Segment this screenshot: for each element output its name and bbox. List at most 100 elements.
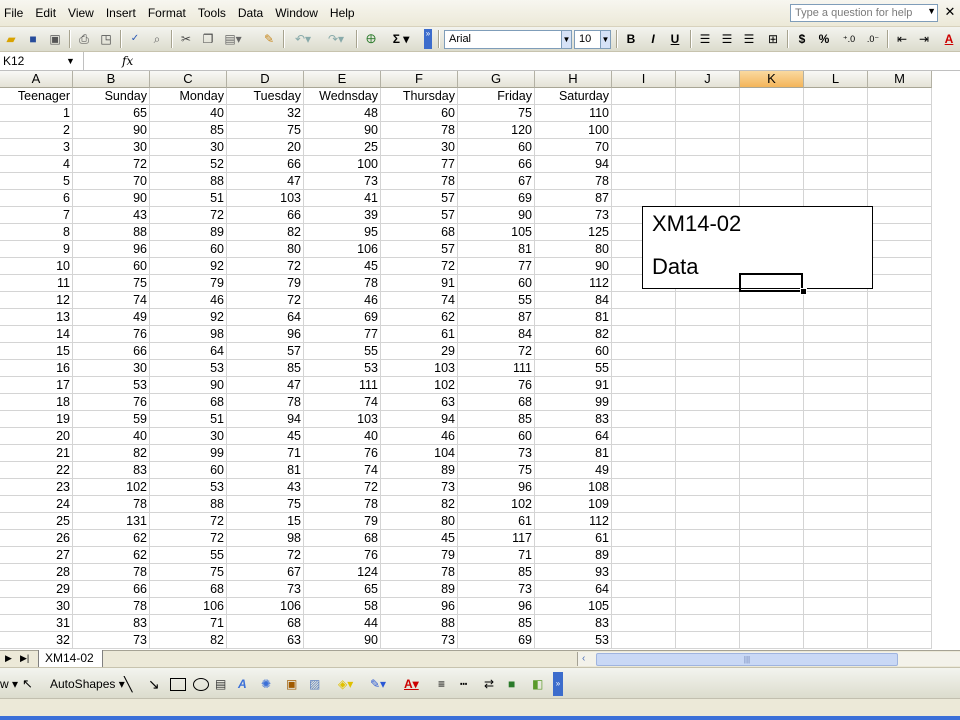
empty-cell[interactable] <box>612 632 676 649</box>
data-cell[interactable]: 83 <box>73 615 150 632</box>
data-cell[interactable]: 9 <box>0 241 73 258</box>
data-cell[interactable]: 60 <box>150 462 227 479</box>
data-cell[interactable]: 2 <box>0 122 73 139</box>
data-cell[interactable]: 67 <box>458 173 535 190</box>
merge-center-icon[interactable]: ⊞ <box>764 30 782 48</box>
data-cell[interactable]: 99 <box>535 394 612 411</box>
data-cell[interactable]: 31 <box>0 615 73 632</box>
empty-cell[interactable] <box>804 139 868 156</box>
empty-cell[interactable] <box>804 105 868 122</box>
data-cell[interactable]: 18 <box>0 394 73 411</box>
data-cell[interactable]: 92 <box>150 309 227 326</box>
data-cell[interactable]: 73 <box>458 581 535 598</box>
data-cell[interactable]: 64 <box>535 581 612 598</box>
column-label-cell[interactable]: Tuesday <box>227 88 304 105</box>
data-cell[interactable]: 85 <box>458 615 535 632</box>
data-cell[interactable]: 102 <box>381 377 458 394</box>
data-cell[interactable]: 72 <box>227 547 304 564</box>
data-cell[interactable]: 7 <box>0 207 73 224</box>
column-label-cell[interactable]: Thursday <box>381 88 458 105</box>
empty-cell[interactable] <box>612 360 676 377</box>
empty-cell[interactable] <box>868 207 932 224</box>
empty-cell[interactable] <box>804 190 868 207</box>
data-cell[interactable]: 72 <box>73 156 150 173</box>
data-cell[interactable]: 78 <box>227 394 304 411</box>
clip-art-icon[interactable]: ▣ <box>286 675 297 693</box>
data-cell[interactable]: 69 <box>458 190 535 207</box>
data-cell[interactable]: 90 <box>458 207 535 224</box>
empty-cell[interactable] <box>804 547 868 564</box>
data-cell[interactable]: 40 <box>73 428 150 445</box>
data-cell[interactable]: 96 <box>458 598 535 615</box>
empty-cell[interactable] <box>612 326 676 343</box>
empty-cell[interactable] <box>612 615 676 632</box>
data-cell[interactable]: 78 <box>381 564 458 581</box>
worksheet-grid[interactable]: ABCDEFGHIJKLM Teenager Sunday Monday Tuesda… <box>0 71 960 650</box>
empty-cell[interactable] <box>612 428 676 445</box>
arrow-style-icon[interactable]: ⇄ <box>484 675 494 693</box>
data-cell[interactable]: 55 <box>304 343 381 360</box>
data-cell[interactable]: 96 <box>227 326 304 343</box>
column-header-e[interactable]: E <box>304 71 381 88</box>
data-cell[interactable]: 87 <box>535 190 612 207</box>
column-header-g[interactable]: G <box>458 71 535 88</box>
data-cell[interactable]: 103 <box>304 411 381 428</box>
data-cell[interactable]: 75 <box>150 564 227 581</box>
empty-cell[interactable] <box>868 258 932 275</box>
data-cell[interactable]: 63 <box>227 632 304 649</box>
data-cell[interactable]: 32 <box>0 632 73 649</box>
data-cell[interactable]: 20 <box>227 139 304 156</box>
data-cell[interactable]: 85 <box>150 122 227 139</box>
data-cell[interactable]: 102 <box>73 479 150 496</box>
data-cell[interactable]: 68 <box>227 615 304 632</box>
column-header-f[interactable]: F <box>381 71 458 88</box>
empty-cell[interactable] <box>868 394 932 411</box>
data-cell[interactable]: 104 <box>381 445 458 462</box>
align-left-icon[interactable]: ☰ <box>696 30 714 48</box>
empty-cell[interactable] <box>612 156 676 173</box>
empty-cell[interactable] <box>612 122 676 139</box>
empty-cell[interactable] <box>804 88 868 105</box>
picture-icon[interactable]: ▨ <box>309 675 320 693</box>
data-cell[interactable]: 72 <box>458 343 535 360</box>
empty-cell[interactable] <box>804 632 868 649</box>
data-cell[interactable]: 73 <box>381 479 458 496</box>
empty-cell[interactable] <box>740 581 804 598</box>
data-cell[interactable]: 45 <box>227 428 304 445</box>
data-cell[interactable]: 73 <box>227 581 304 598</box>
menu-data[interactable]: Data <box>232 0 269 27</box>
data-cell[interactable]: 57 <box>227 343 304 360</box>
data-cell[interactable]: 25 <box>304 139 381 156</box>
empty-cell[interactable] <box>868 513 932 530</box>
increase-indent-icon[interactable]: ⇥ <box>915 30 933 48</box>
empty-cell[interactable] <box>868 462 932 479</box>
menu-view[interactable]: View <box>62 0 100 27</box>
align-right-icon[interactable]: ☰ <box>740 30 758 48</box>
empty-cell[interactable] <box>804 292 868 309</box>
bold-button[interactable]: B <box>622 30 640 48</box>
empty-cell[interactable] <box>740 88 804 105</box>
toolbar-options-icon[interactable]: » <box>553 672 563 696</box>
data-cell[interactable]: 90 <box>73 122 150 139</box>
data-cell[interactable]: 78 <box>304 275 381 292</box>
column-label-cell[interactable]: Saturday <box>535 88 612 105</box>
decrease-decimal-icon[interactable]: .0⁻ <box>863 30 883 48</box>
data-cell[interactable]: 76 <box>73 326 150 343</box>
data-cell[interactable]: 96 <box>73 241 150 258</box>
data-cell[interactable]: 22 <box>0 462 73 479</box>
empty-cell[interactable] <box>804 428 868 445</box>
line-icon[interactable]: ╲ <box>124 675 132 693</box>
data-cell[interactable]: 111 <box>304 377 381 394</box>
text-box-icon[interactable]: ▤ <box>215 675 226 693</box>
data-cell[interactable]: 81 <box>535 309 612 326</box>
data-cell[interactable]: 66 <box>227 156 304 173</box>
data-cell[interactable]: 94 <box>227 411 304 428</box>
data-cell[interactable]: 70 <box>535 139 612 156</box>
empty-cell[interactable] <box>868 173 932 190</box>
column-header-i[interactable]: I <box>612 71 676 88</box>
scroll-tab-next-icon[interactable]: ▶ <box>5 651 12 666</box>
print-icon[interactable]: ⎙ <box>75 30 93 48</box>
empty-cell[interactable] <box>868 428 932 445</box>
empty-cell[interactable] <box>612 479 676 496</box>
data-cell[interactable]: 66 <box>458 156 535 173</box>
